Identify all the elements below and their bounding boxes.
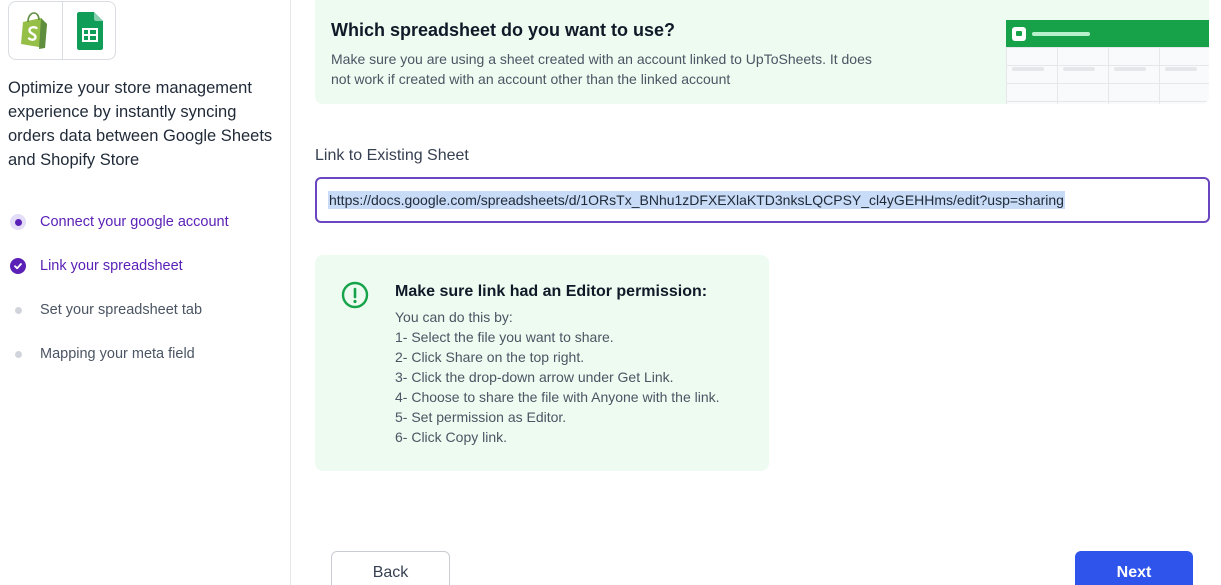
step-label: Set your spreadsheet tab [40,302,203,318]
step-label: Connect your google account [40,214,229,230]
step-label: Link your spreadsheet [40,258,183,274]
notice-line: 4- Choose to share the file with Anyone … [395,389,720,405]
sidebar-description: Optimize your store management experienc… [8,79,273,169]
google-sheets-logo-cell [61,2,115,59]
step-mapping-meta[interactable]: Mapping your meta field [0,340,280,368]
step-active-icon [10,214,26,230]
next-button-label: Next [1116,564,1152,581]
spreadsheet-illustration [1006,20,1209,104]
back-button[interactable]: Back [331,551,450,585]
notice-line: You can do this by: [395,309,513,325]
sheet-link-input[interactable]: https://docs.google.com/spreadsheets/d/1… [315,177,1210,223]
exclamation-circle-icon [341,281,369,309]
banner-text: Make sure you are using a sheet created … [331,51,872,87]
check-circle-icon [10,258,26,274]
sidebar: Optimize your store management experienc… [0,0,291,585]
next-button[interactable]: Next [1075,551,1193,585]
sheet-grid [1006,47,1209,104]
sheet-link-value: https://docs.google.com/spreadsheets/d/1… [328,191,1065,209]
spreadsheet-banner: Which spreadsheet do you want to use? Ma… [315,0,1209,104]
notice-instructions: You can do this by: 1- Select the file y… [395,307,720,447]
link-field-label: Link to Existing Sheet [315,147,469,164]
notice-line: 3- Click the drop-down arrow under Get L… [395,369,674,385]
notice-line: 2- Click Share on the top right. [395,349,585,365]
sheets-icon [1012,27,1026,41]
app-logos [8,1,116,60]
back-button-label: Back [372,564,409,581]
shopify-logo-cell [9,2,62,59]
editor-permission-notice: Make sure link had an Editor permission:… [315,255,769,471]
step-connect-google[interactable]: Connect your google account [0,208,280,236]
sheet-header-bar [1006,20,1209,47]
shopify-logo-icon [21,11,48,49]
notice-line: 5- Set permission as Editor. [395,409,567,425]
step-pending-icon [10,346,26,362]
step-set-tab[interactable]: Set your spreadsheet tab [0,296,280,324]
notice-line: 6- Click Copy link. [395,429,508,445]
step-pending-icon [10,302,26,318]
banner-title: Which spreadsheet do you want to use? [331,20,676,40]
step-label: Mapping your meta field [40,346,195,362]
step-link-spreadsheet[interactable]: Link your spreadsheet [0,252,280,280]
google-sheets-logo-icon [76,11,103,50]
notice-title: Make sure link had an Editor permission: [395,283,708,300]
notice-line: 1- Select the file you want to share. [395,329,614,345]
